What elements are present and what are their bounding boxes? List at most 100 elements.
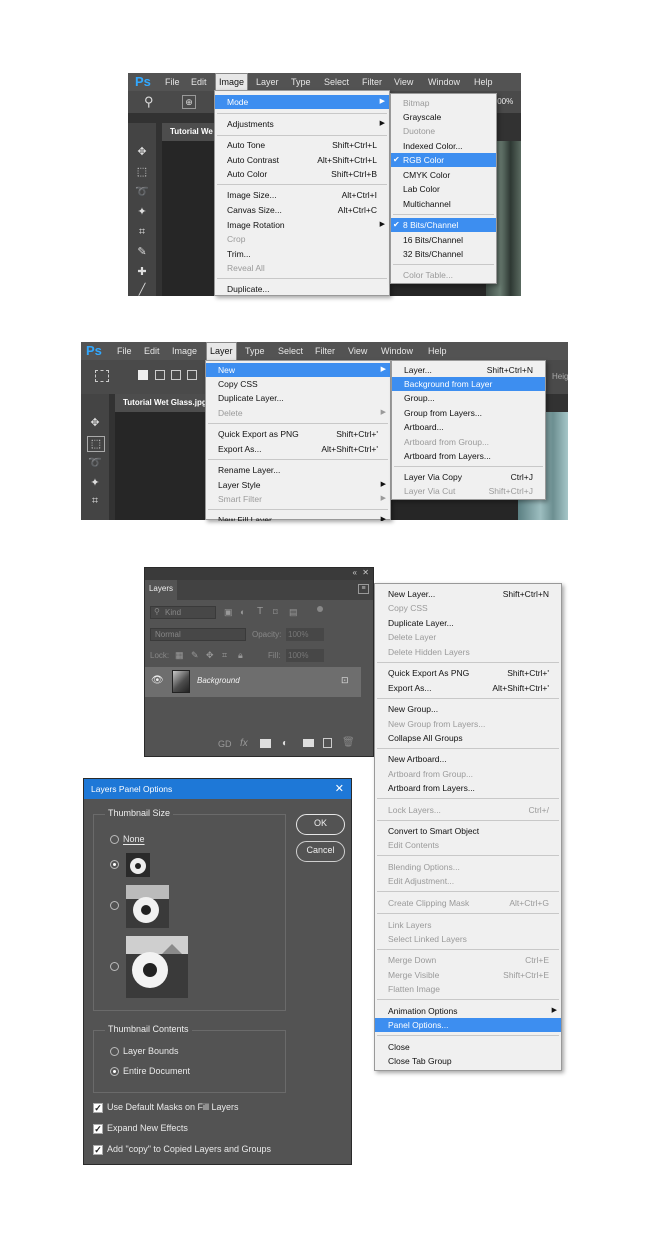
lock-artboard-icon[interactable]: ⌗ (222, 650, 227, 661)
mode-rgb-color[interactable]: ✔ RGB Color (391, 153, 496, 167)
lock-all-icon[interactable]: 🔒︎ (238, 650, 243, 661)
radio-layer-bounds-label[interactable]: Layer Bounds (123, 1046, 179, 1056)
new-artboard-from-layers[interactable]: Artboard from Layers... (392, 449, 545, 463)
mode-multichannel[interactable]: Multichannel (391, 197, 496, 211)
ctx-collapse-all-groups[interactable]: Collapse All Groups (375, 731, 561, 745)
menu-item-duplicate-layer[interactable]: Duplicate Layer... (206, 391, 390, 405)
mode-16-bits[interactable]: 16 Bits/Channel (391, 233, 496, 247)
ctx-panel-options[interactable]: Panel Options... (375, 1018, 561, 1032)
magic-wand-icon[interactable]: ✦ (87, 476, 103, 490)
filter-shape-icon[interactable]: ⌑ (273, 607, 278, 618)
mode-cmyk-color[interactable]: CMYK Color (391, 168, 496, 182)
menu-item-new[interactable]: New ▶ (206, 363, 390, 377)
move-tool-icon[interactable]: ✥ (87, 416, 103, 430)
radio-entire-document[interactable] (110, 1067, 119, 1076)
filter-pixel-icon[interactable]: ▣ (224, 607, 233, 618)
ctx-artboard-from-layers[interactable]: Artboard from Layers... (375, 781, 561, 795)
ctx-export-as[interactable]: Export As... Alt+Shift+Ctrl+' (375, 681, 561, 695)
ok-button[interactable]: OK (296, 814, 345, 835)
menu-item-new-fill-layer[interactable]: New Fill Layer ▶ (206, 511, 390, 521)
mode-grayscale[interactable]: Grayscale (391, 110, 496, 124)
radio-layer-bounds[interactable] (110, 1047, 119, 1056)
ctx-animation-options[interactable]: Animation Options ▶ (375, 1004, 561, 1018)
menu-item-auto-contrast[interactable]: Auto Contrast Alt+Shift+Ctrl+L (215, 153, 389, 167)
menu-edit[interactable]: Edit (191, 73, 207, 91)
ctx-new-layer[interactable]: New Layer... Shift+Ctrl+N (375, 587, 561, 601)
menu-item-quick-export[interactable]: Quick Export as PNG Shift+Ctrl+' (206, 427, 390, 441)
menu-help[interactable]: Help (428, 342, 447, 360)
checkbox-expand-effects[interactable]: ✓ (93, 1124, 103, 1134)
radio-large-thumbnail[interactable] (110, 962, 119, 971)
menu-window[interactable]: Window (381, 342, 413, 360)
radio-medium-thumbnail[interactable] (110, 901, 119, 910)
panel-menu-icon[interactable]: ≡ (358, 584, 369, 594)
crop-tool-icon[interactable]: ⌗ (134, 225, 150, 239)
move-tool-icon[interactable]: ✥ (134, 145, 150, 159)
filter-smart-icon[interactable]: ▤ (289, 607, 298, 618)
checkbox-add-copy-label[interactable]: Add "copy" to Copied Layers and Groups (107, 1144, 271, 1154)
menu-item-copy-css[interactable]: Copy CSS (206, 377, 390, 391)
ctx-close[interactable]: Close (375, 1040, 561, 1054)
filter-type-icon[interactable]: T (257, 606, 263, 617)
intersect-selection-icon[interactable] (187, 370, 197, 380)
menu-window[interactable]: Window (428, 73, 460, 91)
menu-layer[interactable]: Layer (206, 342, 237, 361)
menu-item-mode[interactable]: Mode ▶ (215, 95, 389, 109)
menu-view[interactable]: View (394, 73, 413, 91)
cancel-button[interactable]: Cancel (296, 841, 345, 862)
filter-kind-select[interactable]: ⚲ Kind (150, 606, 216, 619)
fill-field[interactable]: 100% (286, 649, 324, 662)
mode-32-bits[interactable]: 32 Bits/Channel (391, 247, 496, 261)
brush-tool-icon[interactable]: ╱ (134, 283, 150, 297)
ctx-new-artboard[interactable]: New Artboard... (375, 752, 561, 766)
radio-none[interactable] (110, 835, 119, 844)
link-layers-icon[interactable]: GD (218, 739, 232, 749)
zoom-in-icon[interactable]: ⊕ (182, 95, 196, 109)
marquee-tool-icon[interactable]: ⬚ (87, 436, 105, 452)
blend-mode-select[interactable]: Normal (150, 628, 246, 641)
add-selection-icon[interactable] (155, 370, 165, 380)
layer-row[interactable]: 👁︎ Background ⊡ (145, 667, 361, 697)
lasso-tool-icon[interactable]: ➰ (134, 185, 150, 199)
radio-entire-document-label[interactable]: Entire Document (123, 1066, 190, 1076)
menu-item-rename-layer[interactable]: Rename Layer... (206, 463, 390, 477)
mode-indexed-color[interactable]: Indexed Color... (391, 139, 496, 153)
visibility-eye-icon[interactable]: 👁︎ (151, 675, 164, 686)
mode-lab-color[interactable]: Lab Color (391, 182, 496, 196)
lock-paint-icon[interactable]: ✎ (191, 650, 199, 661)
new-layer-icon[interactable] (323, 738, 332, 748)
crop-tool-icon[interactable]: ⌗ (87, 494, 103, 508)
zoom-tool-icon[interactable]: ⚲ (144, 94, 154, 110)
menu-filter[interactable]: Filter (315, 342, 335, 360)
add-mask-icon[interactable] (260, 739, 271, 748)
adjustment-layer-icon[interactable]: ◐ (282, 738, 288, 749)
checkbox-add-copy[interactable]: ✓ (93, 1145, 103, 1155)
document-tab[interactable]: Tutorial Wet Glass.jpg (115, 394, 205, 412)
menu-type[interactable]: Type (245, 342, 265, 360)
menu-item-auto-color[interactable]: Auto Color Shift+Ctrl+B (215, 167, 389, 181)
mode-8-bits[interactable]: ✔ 8 Bits/Channel (391, 218, 496, 232)
menu-image[interactable]: Image (172, 342, 197, 360)
layer-name[interactable]: Background (197, 676, 240, 685)
filter-toggle-icon[interactable] (317, 606, 323, 612)
new-group[interactable]: Group... (392, 391, 545, 405)
menu-item-image-size[interactable]: Image Size... Alt+Ctrl+I (215, 188, 389, 202)
menu-filter[interactable]: Filter (362, 73, 382, 91)
new-background-from-layer[interactable]: Background from Layer (392, 377, 545, 391)
ctx-quick-export[interactable]: Quick Export As PNG Shift+Ctrl+' (375, 666, 561, 680)
document-tab[interactable]: Tutorial We (162, 123, 214, 141)
checkbox-default-masks[interactable]: ✓ (93, 1103, 103, 1113)
healing-brush-icon[interactable]: ✚ (134, 265, 150, 279)
marquee-tool-icon[interactable]: ⬚ (134, 165, 150, 179)
ctx-duplicate-layer[interactable]: Duplicate Layer... (375, 616, 561, 630)
ctx-close-tab-group[interactable]: Close Tab Group (375, 1054, 561, 1068)
lasso-tool-icon[interactable]: ➰ (87, 456, 103, 470)
trash-icon[interactable]: 🗑︎ (342, 737, 355, 748)
menu-edit[interactable]: Edit (144, 342, 160, 360)
new-group-from-layers[interactable]: Group from Layers... (392, 406, 545, 420)
lock-pixels-icon[interactable]: ▦ (175, 650, 184, 661)
menu-item-auto-tone[interactable]: Auto Tone Shift+Ctrl+L (215, 138, 389, 152)
menu-type[interactable]: Type (291, 73, 311, 91)
radio-none-label[interactable]: None (123, 834, 145, 844)
collapse-icon[interactable]: « (353, 568, 357, 577)
